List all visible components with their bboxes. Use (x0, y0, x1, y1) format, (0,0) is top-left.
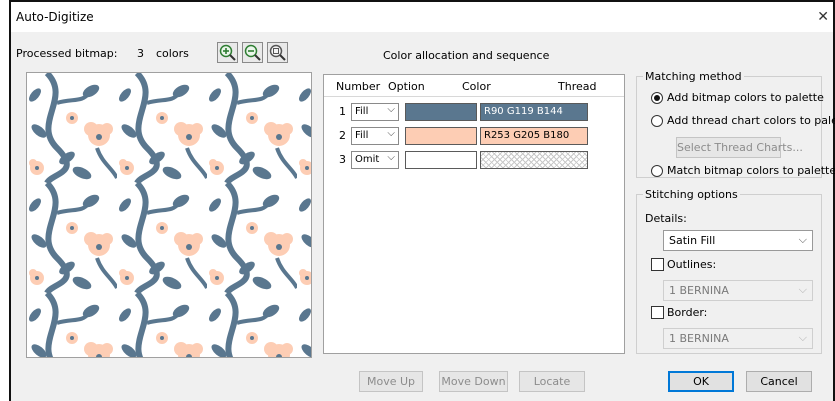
chevron-down-icon: ⌵ (798, 331, 807, 344)
radio-unselected-icon (651, 114, 663, 127)
radio-unselected-icon (651, 164, 663, 177)
border-dropdown[interactable]: 1 BERNINA ⌵ (663, 328, 813, 349)
option-value: Fill (355, 106, 369, 117)
column-header-option: Option (388, 80, 425, 93)
row-number: 2 (339, 129, 346, 142)
outlines-label: Outlines: (667, 258, 717, 271)
floral-pattern-image (27, 73, 311, 357)
radio-add-thread-chart-colors[interactable]: Add thread chart colors to palette (651, 114, 835, 127)
matching-method-legend: Matching method (645, 70, 742, 83)
column-header-number: Number (336, 80, 381, 93)
checkbox-unchecked-icon (651, 258, 664, 271)
radio-match-bitmap-colors[interactable]: Match bitmap colors to palette (651, 164, 835, 177)
locate-button[interactable]: Locate (519, 371, 585, 392)
color-swatch[interactable] (405, 151, 477, 169)
title-bar: Auto-Digitize ✕ (11, 2, 833, 32)
option-value: Fill (355, 130, 369, 141)
table-row[interactable]: 2 Fill ⌵ R253 G205 B180 (326, 125, 622, 147)
stitching-options-legend: Stitching options (645, 188, 738, 201)
allocation-heading: Color allocation and sequence (383, 49, 550, 62)
table-row[interactable]: 3 Omit ⌵ (326, 149, 622, 171)
chevron-down-icon: ⌵ (387, 152, 395, 163)
table-header: Number Option Color Thread (324, 75, 624, 97)
thread-value: R253 G205 B180 (484, 130, 570, 141)
row-number: 3 (339, 153, 346, 166)
outlines-value: 1 BERNINA (669, 284, 729, 297)
zoom-fit-button[interactable] (267, 42, 288, 63)
radio-label: Match bitmap colors to palette (667, 164, 835, 177)
auto-digitize-dialog: Auto-Digitize ✕ Processed bitmap: 3 colo… (9, 0, 835, 401)
column-header-thread: Thread (558, 80, 597, 93)
color-allocation-table: Number Option Color Thread 1 Fill ⌵ R90 G… (323, 74, 625, 354)
option-select[interactable]: Fill ⌵ (351, 103, 399, 121)
border-value: 1 BERNINA (669, 332, 729, 345)
move-up-button[interactable]: Move Up (359, 371, 423, 392)
border-label: Border: (667, 306, 708, 319)
option-value: Omit (355, 154, 380, 165)
chevron-down-icon: ⌵ (387, 128, 395, 139)
select-thread-charts-button[interactable]: Select Thread Charts... (676, 137, 803, 158)
thread-cell[interactable]: R90 G119 B144 (480, 103, 588, 121)
dialog-title: Auto-Digitize (16, 10, 94, 24)
option-select[interactable]: Fill ⌵ (351, 127, 399, 145)
details-dropdown[interactable]: Satin Fill ⌵ (663, 230, 813, 251)
option-select[interactable]: Omit ⌵ (351, 151, 399, 169)
border-checkbox[interactable]: Border: (651, 306, 707, 319)
details-value: Satin Fill (669, 234, 716, 247)
zoom-out-icon (244, 44, 261, 61)
radio-label: Add bitmap colors to palette (667, 91, 824, 104)
radio-selected-icon (651, 91, 663, 104)
zoom-out-button[interactable] (242, 42, 263, 63)
move-down-button[interactable]: Move Down (439, 371, 508, 392)
chevron-down-icon: ⌵ (387, 104, 395, 115)
thread-cell[interactable]: R253 G205 B180 (480, 127, 588, 145)
row-number: 1 (339, 105, 346, 118)
zoom-fit-icon (269, 44, 286, 61)
thread-cell-omitted[interactable] (480, 151, 588, 169)
close-icon[interactable]: ✕ (817, 9, 829, 25)
color-swatch[interactable] (405, 103, 477, 121)
column-header-color: Color (462, 80, 491, 93)
bitmap-preview (26, 72, 312, 358)
color-count: 3 (137, 47, 144, 60)
outlines-dropdown[interactable]: 1 BERNINA ⌵ (663, 280, 813, 301)
table-row[interactable]: 1 Fill ⌵ R90 G119 B144 (326, 101, 622, 123)
cancel-button[interactable]: Cancel (746, 371, 812, 392)
processed-bitmap-label: Processed bitmap: (16, 47, 118, 60)
chevron-down-icon: ⌵ (798, 283, 807, 296)
colors-unit-label: colors (156, 47, 189, 60)
chevron-down-icon: ⌵ (798, 233, 807, 246)
outlines-checkbox[interactable]: Outlines: (651, 258, 716, 271)
zoom-in-button[interactable] (217, 42, 238, 63)
radio-add-bitmap-colors[interactable]: Add bitmap colors to palette (651, 91, 824, 104)
thread-value: R90 G119 B144 (484, 106, 563, 117)
ok-button[interactable]: OK (668, 371, 734, 392)
checkbox-unchecked-icon (651, 306, 664, 319)
details-label: Details: (645, 212, 687, 225)
zoom-in-icon (219, 44, 236, 61)
color-swatch[interactable] (405, 127, 477, 145)
radio-label: Add thread chart colors to palette (667, 114, 835, 127)
